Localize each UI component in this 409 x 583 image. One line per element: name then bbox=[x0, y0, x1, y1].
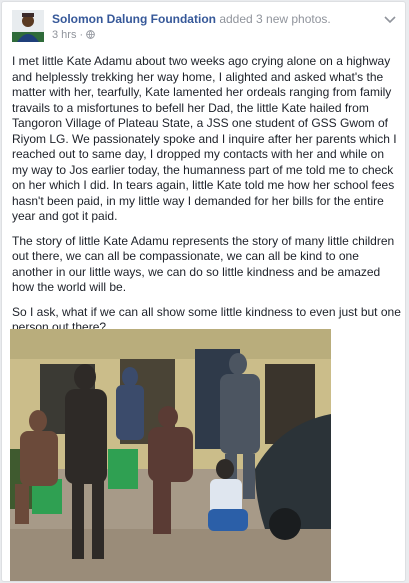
post-photo[interactable] bbox=[10, 329, 331, 581]
post-timestamp[interactable]: 3 hrs bbox=[52, 29, 76, 41]
avatar[interactable] bbox=[12, 10, 44, 42]
post-header: Solomon Dalung Foundation added 3 new ph… bbox=[12, 10, 397, 44]
post-meta: 3 hrs · bbox=[52, 29, 96, 42]
meta-separator: · bbox=[79, 29, 84, 41]
post-body: I met little Kate Adamu about two weeks … bbox=[12, 54, 402, 345]
post-paragraph: I met little Kate Adamu about two weeks … bbox=[12, 54, 397, 223]
post-title-line: Solomon Dalung Foundation added 3 new ph… bbox=[52, 12, 331, 26]
chevron-down-icon[interactable] bbox=[383, 12, 397, 24]
globe-icon[interactable] bbox=[86, 30, 96, 42]
post-paragraph: The story of little Kate Adamu represent… bbox=[12, 233, 395, 295]
author-name-link[interactable]: Solomon Dalung Foundation bbox=[52, 12, 216, 26]
post-action-text: added 3 new photos. bbox=[219, 12, 331, 26]
post-card: Solomon Dalung Foundation added 3 new ph… bbox=[1, 1, 406, 582]
